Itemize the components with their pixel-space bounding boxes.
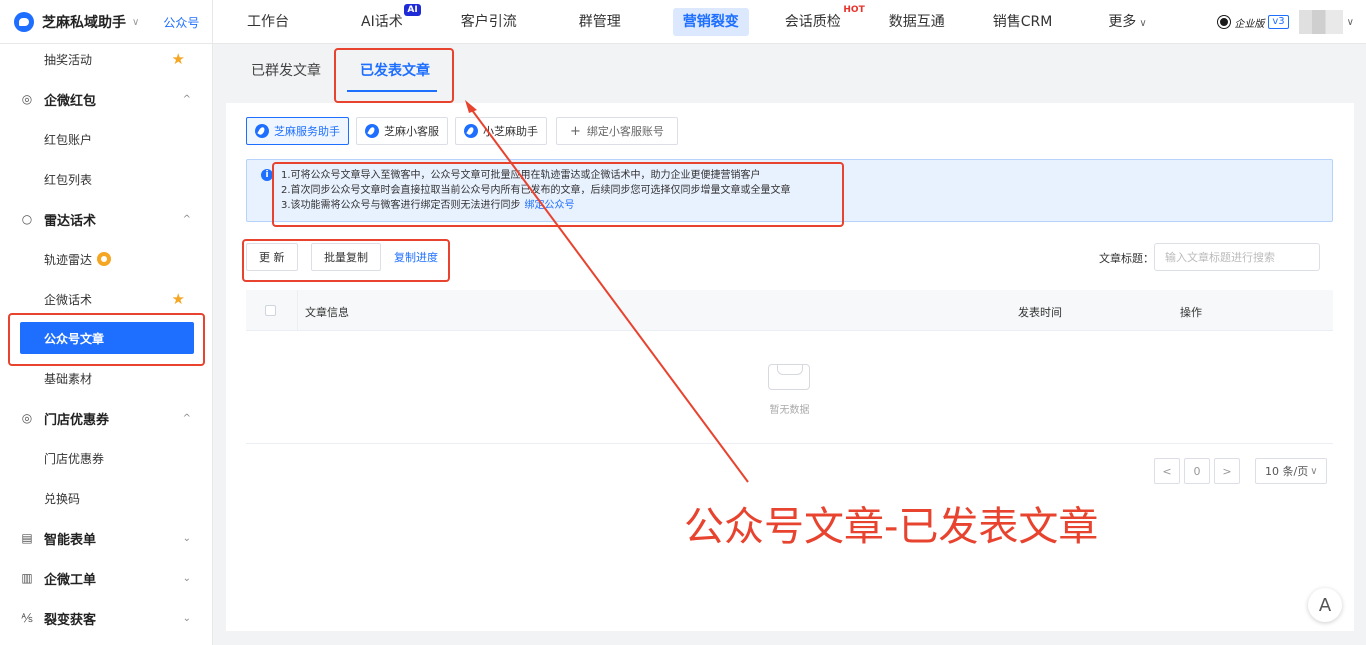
- annotation-caption: 公众号文章-已发表文章: [684, 504, 1099, 550]
- annotation-arrow: [465, 100, 749, 483]
